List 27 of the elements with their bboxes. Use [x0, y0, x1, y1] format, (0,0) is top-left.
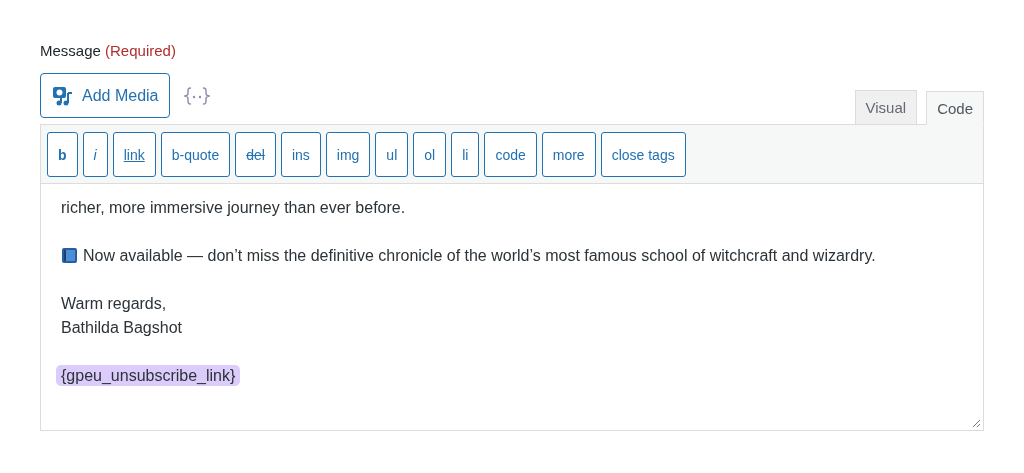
braces-icon[interactable] [183, 86, 210, 106]
message-paragraph: Now available — don’t miss the definitive chronicle of the world’s most famous school of witchcraft and wizardry. [83, 247, 876, 264]
merge-tag: {gpeu_unsubscribe_link} [56, 365, 241, 386]
format-button[interactable]: link [112, 132, 156, 177]
add-media-button[interactable]: Add Media [40, 73, 170, 118]
format-button[interactable]: code [484, 132, 537, 177]
signature-line: Bathilda Bagshot [61, 318, 183, 338]
format-button[interactable]: close tags [600, 132, 686, 177]
format-button[interactable]: img [325, 132, 371, 177]
format-button[interactable]: b [47, 132, 78, 177]
format-button[interactable]: ol [413, 132, 447, 177]
format-button[interactable]: b-quote [160, 132, 231, 177]
format-button[interactable]: del [235, 132, 276, 177]
media-icon [52, 84, 74, 107]
signature-line: Warm regards, [61, 294, 168, 314]
format-button[interactable]: ins [280, 132, 321, 177]
message-paragraph: richer, more immersive journey than ever before. [61, 198, 407, 218]
book-icon [61, 247, 78, 264]
required-marker: (Required) [105, 42, 176, 59]
format-button[interactable]: ul [375, 132, 409, 177]
editor-tab[interactable]: Code [926, 91, 984, 125]
editor-tab[interactable]: Visual [854, 90, 918, 124]
field-label: Message (Required) [40, 42, 177, 59]
format-button[interactable]: li [451, 132, 480, 177]
format-button[interactable]: more [541, 132, 596, 177]
resize-handle-icon[interactable] [971, 418, 981, 428]
format-button[interactable]: i [82, 132, 108, 177]
